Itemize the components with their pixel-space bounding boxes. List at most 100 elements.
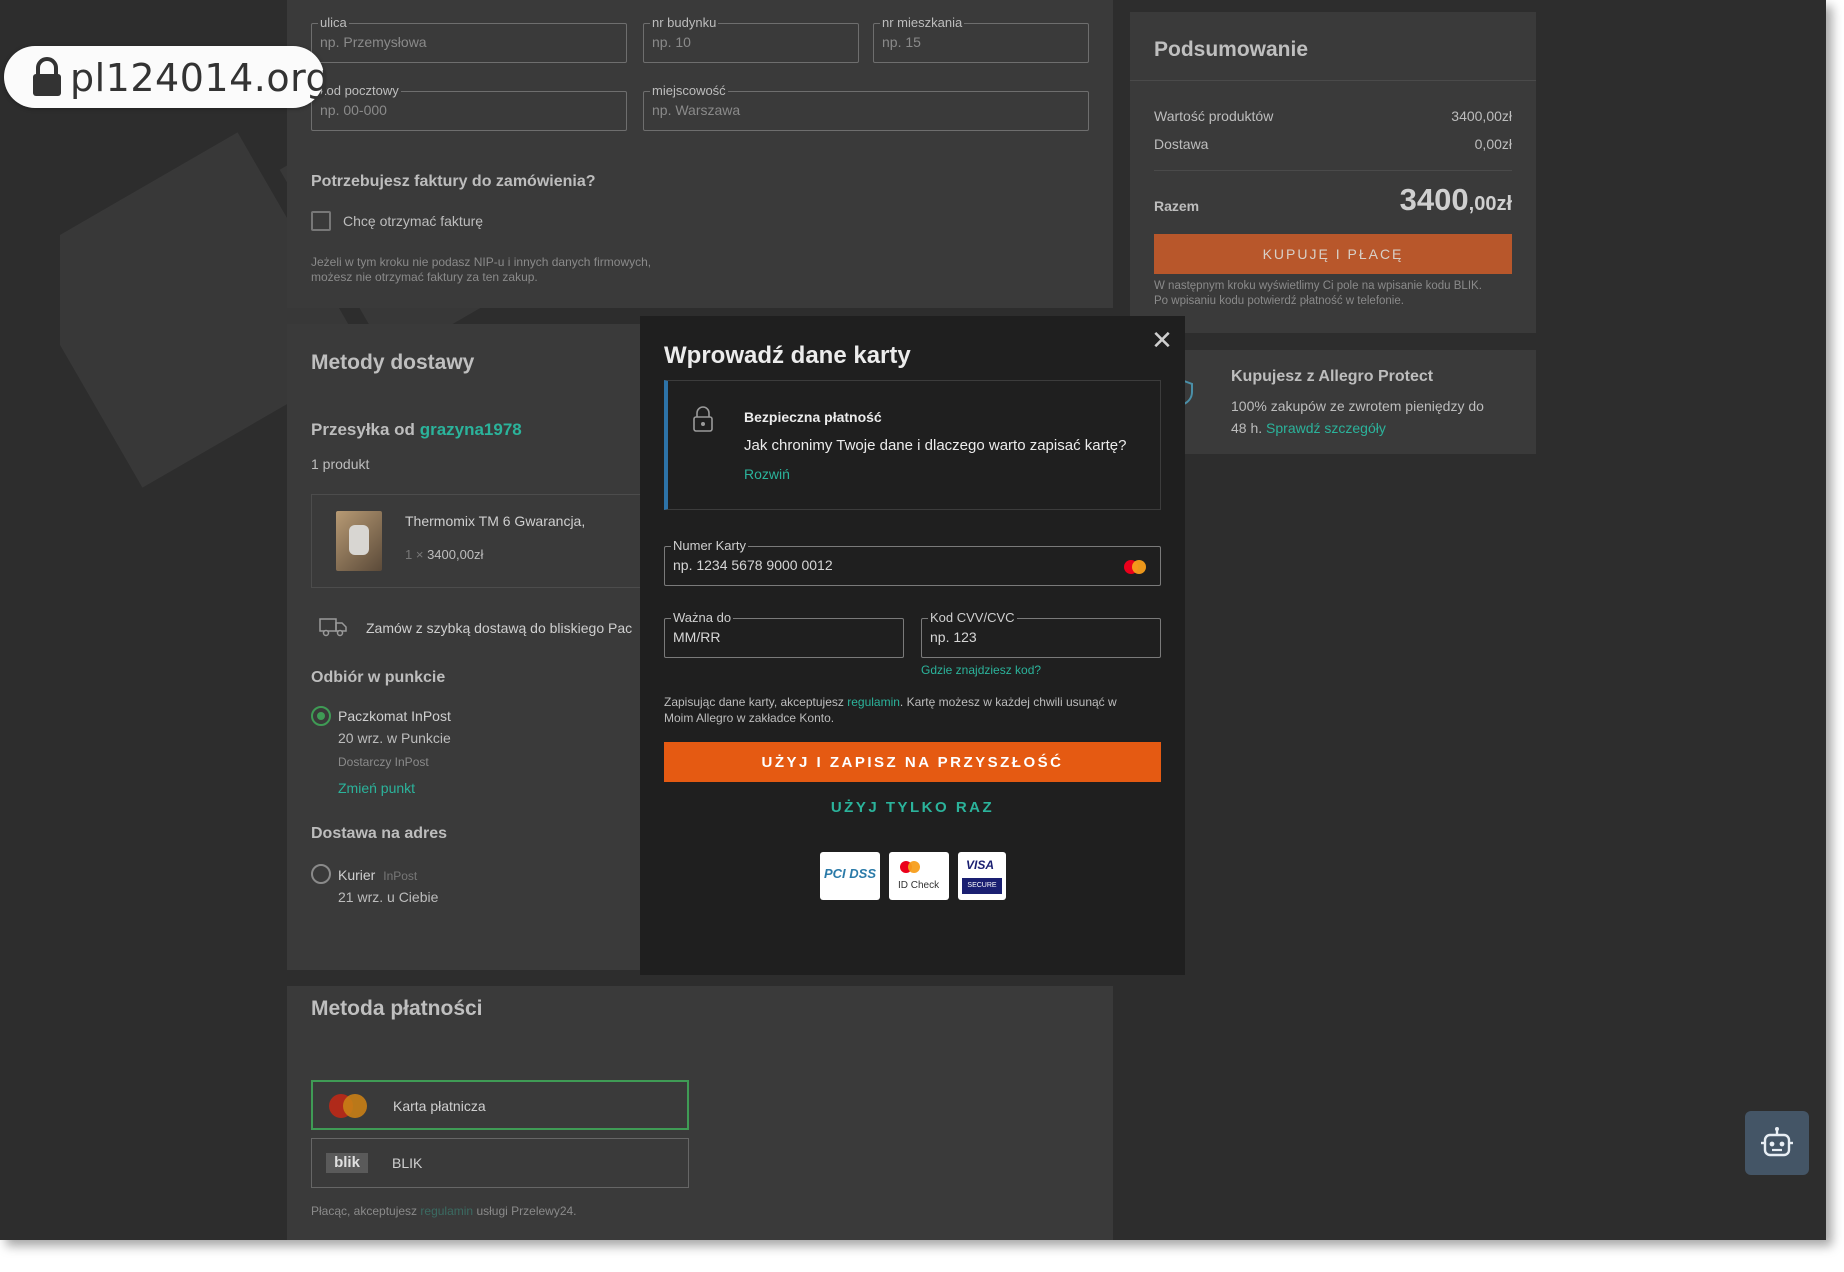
expiry-input[interactable] [673,629,861,645]
protect-title: Kupujesz z Allegro Protect [1231,368,1434,385]
courier-date: 21 wrz. u Ciebie [338,889,439,905]
total-amount: 3400,00zł [1400,182,1512,218]
truck-icon [319,618,347,637]
city-input[interactable] [652,102,1080,118]
modal-terms-suffix: . Kartę możesz w każdej chwili usunąć w [899,695,1117,709]
visa-text: VISA [966,858,995,872]
cvv-field[interactable]: Kod CVV/CVC [921,610,1161,658]
summary-divider-2 [1154,170,1512,171]
courier-name: Kurier [338,867,376,883]
modal-terms-line1: Zapisując dane karty, akceptujesz regula… [664,695,1117,710]
use-and-save-button[interactable]: UŻYJ I ZAPISZ NA PRZYSZŁOŚĆ [664,742,1161,782]
building-field[interactable]: nr budynku [643,15,859,63]
buy-and-pay-button[interactable]: KUPUJĘ I PŁACĘ [1154,234,1512,274]
protect-text-line1: 100% zakupów ze zwrotem pieniędzy do [1231,398,1484,414]
secure-title: Bezpieczna płatność [744,409,882,425]
payment-title: Metoda płatności [311,997,483,1020]
id-check-text: ID Check [898,880,940,891]
product-thumbnail[interactable] [336,511,382,571]
invoice-checkbox[interactable] [311,211,331,231]
card-payment-label: Karta płatnicza [393,1098,486,1114]
mastercard-icon [329,1094,367,1118]
lock-icon [33,57,61,96]
card-number-label: Numer Karty [671,538,748,554]
postal-code-field[interactable]: kod pocztowy [311,83,627,131]
street-label: ulica [318,15,349,31]
card-number-input[interactable] [673,557,1118,573]
close-icon[interactable]: ✕ [1148,326,1176,354]
apartment-input[interactable] [882,34,1080,50]
payment-terms-suffix: usługi Przelewy24. [476,1204,577,1218]
card-details-modal: Wprowadź dane karty ✕ Bezpieczna płatnoś… [640,316,1185,975]
change-point-link[interactable]: Zmień punkt [338,780,415,796]
apartment-label: nr mieszkania [880,15,965,31]
apartment-field[interactable]: nr mieszkania [873,15,1089,63]
pickup-name[interactable]: Paczkomat InPost [338,708,451,724]
mastercard-icon [900,861,920,873]
modal-terms-link[interactable]: regulamin [847,695,900,709]
blik-payment-option[interactable]: blik BLIK [311,1138,689,1188]
product-card: Thermomix TM 6 Gwarancja, 1 × 3400,00zł [311,494,671,588]
pickup-carrier: Dostarczy InPost [338,755,429,769]
product-price: 3400,00zł [427,547,484,562]
protect-details-link[interactable]: Sprawdź szczegóły [1266,420,1386,436]
street-input[interactable] [320,34,618,50]
shipment-prefix: Przesyłka od [311,420,415,439]
id-check-badge: ID Check [889,852,949,900]
product-count: 1 produkt [311,456,370,472]
blik-note-line2: Po wpisaniu kodu potwierdź płatność w te… [1154,295,1404,307]
use-once-button[interactable]: UŻYJ TYLKO RAZ [664,790,1161,824]
card-number-field[interactable]: Numer Karty [664,538,1161,586]
invoice-question: Potrzebujesz faktury do zamówienia? [311,173,596,190]
postal-code-input[interactable] [320,102,618,118]
protect-text-prefix: 48 h. [1231,420,1263,436]
padlock-icon [693,406,713,432]
invoice-checkbox-label[interactable]: Chcę otrzymać fakturę [343,213,483,229]
shipping-label: Dostawa [1154,136,1209,152]
pickup-date: 20 wrz. w Punkcie [338,730,451,746]
invoice-note-line1: Jeżeli w tym kroku nie podasz NIP-u i in… [311,255,652,269]
pci-dss-badge: PCI DSS [820,852,880,900]
building-input[interactable] [652,34,850,50]
product-name[interactable]: Thermomix TM 6 Gwarancja, [405,513,585,529]
visa-secure-badge: VISA SECURE [958,852,1006,900]
building-label: nr budynku [650,15,719,31]
payment-terms-prefix: Płacąc, akceptujesz [311,1204,418,1218]
summary-panel: Podsumowanie Wartość produktów 3400,00zł… [1130,12,1536,333]
blik-logo: blik [326,1153,368,1173]
secure-expand-link[interactable]: Rozwiń [744,466,790,482]
cvv-help-link[interactable]: Gdzie znajdziesz kod? [921,663,1041,678]
browser-screenshot: ulica nr budynku nr mieszkania kod poczt… [0,0,1826,1240]
courier-row[interactable]: Kurier InPost [338,867,417,883]
assistant-bot-button[interactable] [1745,1111,1809,1175]
courier-brand: InPost [383,869,418,883]
cvv-input[interactable] [930,629,1118,645]
pickup-radio[interactable] [311,706,331,726]
product-price-row: 1 × 3400,00zł [405,547,483,562]
cvv-label: Kod CVV/CVC [928,610,1017,626]
postal-code-label: kod pocztowy [318,83,401,99]
address-bar[interactable]: pl124014.org [4,46,330,108]
summary-title: Podsumowanie [1154,38,1309,61]
shipment-header: Przesyłka od grazyna1978 [311,420,522,440]
products-value-label: Wartość produktów [1154,108,1274,124]
total-label: Razem [1154,198,1200,214]
fast-delivery-text: Zamów z szybką dostawą do bliskiego Pac [366,620,633,636]
courier-radio[interactable] [311,864,331,884]
city-field[interactable]: miejscowość [643,83,1089,131]
visa-secure-text: SECURE [962,878,1002,894]
seller-link[interactable]: grazyna1978 [420,420,522,439]
address-panel: ulica nr budynku nr mieszkania kod poczt… [287,0,1113,308]
mastercard-icon [1124,560,1146,574]
shipping-value: 0,00zł [1474,136,1512,152]
modal-terms-prefix: Zapisując dane karty, akceptujesz [664,695,844,709]
card-payment-option[interactable]: Karta płatnicza [311,1080,689,1130]
blik-payment-label: BLIK [392,1155,423,1171]
total-main: 3400 [1399,182,1469,217]
pickup-header: Odbiór w punkcie [311,669,446,686]
payment-terms-link[interactable]: regulamin [420,1204,473,1218]
street-field[interactable]: ulica [311,15,627,63]
expiry-field[interactable]: Ważna do [664,610,904,658]
pci-dss-text: PCI DSS [824,866,877,881]
blik-note-line1: W następnym kroku wyświetlimy Ci pole na… [1154,280,1482,292]
